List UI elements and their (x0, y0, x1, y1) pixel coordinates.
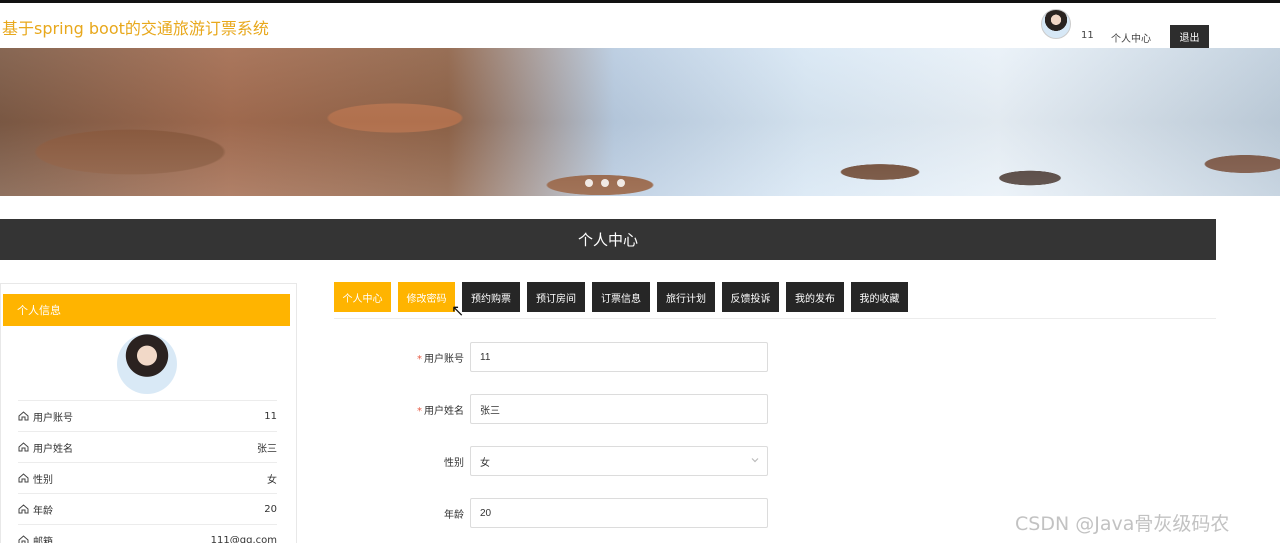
tab-feedback-complaint[interactable]: 反馈投诉 (722, 282, 779, 312)
site-title: 基于spring boot的交通旅游订票系统 (2, 19, 269, 38)
info-value-email: 111@qq.com (210, 534, 277, 543)
info-row-email: 邮箱 111@qq.com (18, 524, 277, 543)
info-value-gender: 女 (267, 474, 277, 486)
hero-banner (0, 48, 1280, 196)
info-label-age: 年龄 (33, 505, 53, 517)
mouse-cursor: ↖ (451, 301, 465, 320)
house-icon (18, 411, 29, 421)
user-avatar[interactable] (1041, 9, 1071, 39)
tab-ticket-info[interactable]: 订票信息 (592, 282, 650, 312)
name-row: * 用户姓名 (390, 394, 776, 424)
personal-center-link[interactable]: 个人中心 (1111, 30, 1151, 45)
logout-button[interactable]: 退出 (1170, 25, 1209, 48)
carousel-indicators[interactable] (585, 179, 625, 187)
required-mark: * (417, 405, 422, 417)
top-header: 基于spring boot的交通旅游订票系统 11 个人中心 退出 (0, 0, 1280, 48)
username-row: * 用户账号 (390, 342, 776, 372)
info-label-email: 邮箱 (33, 536, 53, 543)
house-icon (18, 504, 29, 514)
info-value-name: 张三 (257, 443, 277, 455)
profile-avatar (117, 334, 177, 394)
gender-select[interactable] (470, 446, 768, 476)
carousel-dot[interactable] (617, 179, 625, 187)
personal-info-title: 个人信息 (3, 294, 290, 326)
age-input[interactable] (470, 498, 768, 528)
username-label: * 用户账号 (417, 353, 464, 365)
tab-room-booking[interactable]: 预订房间 (527, 282, 585, 312)
info-row-age: 年龄 20 (18, 493, 277, 524)
tab-travel-plan[interactable]: 旅行计划 (657, 282, 715, 312)
gender-label: 性别 (444, 457, 464, 469)
personal-info-panel: 个人信息 用户账号 11 用户姓名 张三 性别 女 年龄 20 邮箱 111@q… (0, 283, 297, 543)
info-label-name: 用户姓名 (33, 443, 73, 455)
info-label-username: 用户账号 (33, 412, 73, 424)
house-icon (18, 473, 29, 483)
age-row: 年龄 (390, 498, 776, 528)
chevron-down-icon (751, 458, 759, 463)
tab-personal-center[interactable]: 个人中心 (334, 282, 391, 312)
personal-center-tabs: 个人中心 修改密码 预约购票 预订房间 订票信息 旅行计划 反馈投诉 我的发布 … (334, 282, 908, 312)
required-mark: * (417, 353, 422, 365)
info-row-gender: 性别 女 (18, 462, 277, 493)
name-input[interactable] (470, 394, 768, 424)
carousel-dot[interactable] (585, 179, 593, 187)
info-row-username: 用户账号 11 (18, 400, 277, 431)
house-icon (18, 442, 29, 452)
tab-my-favorites[interactable]: 我的收藏 (851, 282, 908, 312)
info-value-username: 11 (264, 410, 277, 422)
age-label: 年龄 (444, 509, 464, 521)
watermark: CSDN @Java骨灰级码农 (1015, 513, 1230, 535)
gender-value[interactable] (470, 446, 768, 476)
username-input[interactable] (470, 342, 768, 372)
name-label: * 用户姓名 (417, 405, 464, 417)
info-label-gender: 性别 (33, 474, 53, 486)
gender-row: 性别 (390, 446, 776, 476)
personal-center-title: 个人中心 (0, 219, 1216, 260)
info-value-age: 20 (264, 503, 277, 515)
tabs-divider (334, 318, 1216, 319)
carousel-dot[interactable] (601, 179, 609, 187)
info-row-name: 用户姓名 张三 (18, 431, 277, 462)
user-id: 11 (1081, 30, 1094, 41)
tab-my-posts[interactable]: 我的发布 (786, 282, 844, 312)
tab-ticket-booking[interactable]: 预约购票 (462, 282, 520, 312)
tab-change-password[interactable]: 修改密码 (398, 282, 455, 312)
house-icon (18, 535, 29, 543)
